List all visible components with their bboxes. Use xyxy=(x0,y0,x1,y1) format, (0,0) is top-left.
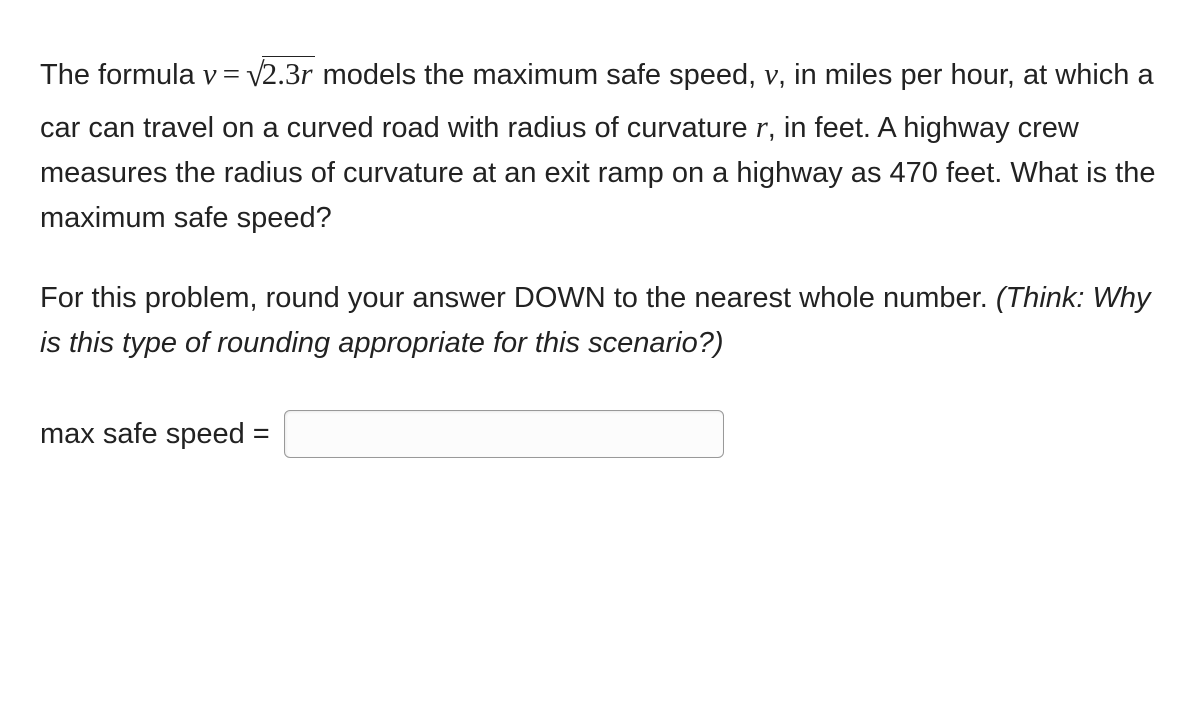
answer-row: max safe speed = xyxy=(40,410,1160,458)
answer-label: max safe speed = xyxy=(40,412,270,457)
problem-paragraph: The formula v=√2.3r models the maximum s… xyxy=(40,50,1160,241)
problem-text-1: The formula xyxy=(40,59,203,91)
instruction-paragraph: For this problem, round your answer DOWN… xyxy=(40,276,1160,366)
variable-r: r xyxy=(756,109,768,144)
answer-input[interactable] xyxy=(284,410,724,458)
variable-v: v xyxy=(203,56,217,91)
instruction-pre: For this problem, round your answer DOWN… xyxy=(40,282,996,314)
variable-v-2: v xyxy=(764,56,778,91)
sqrt-argument: 2.3r xyxy=(262,56,315,91)
sqrt-coefficient: 2.3 xyxy=(262,56,301,91)
problem-text-2: models the maximum safe speed, xyxy=(315,59,765,91)
equals-sign: = xyxy=(217,56,246,91)
sqrt-variable-r: r xyxy=(300,56,312,91)
sqrt-expression: √2.3r xyxy=(246,56,315,91)
